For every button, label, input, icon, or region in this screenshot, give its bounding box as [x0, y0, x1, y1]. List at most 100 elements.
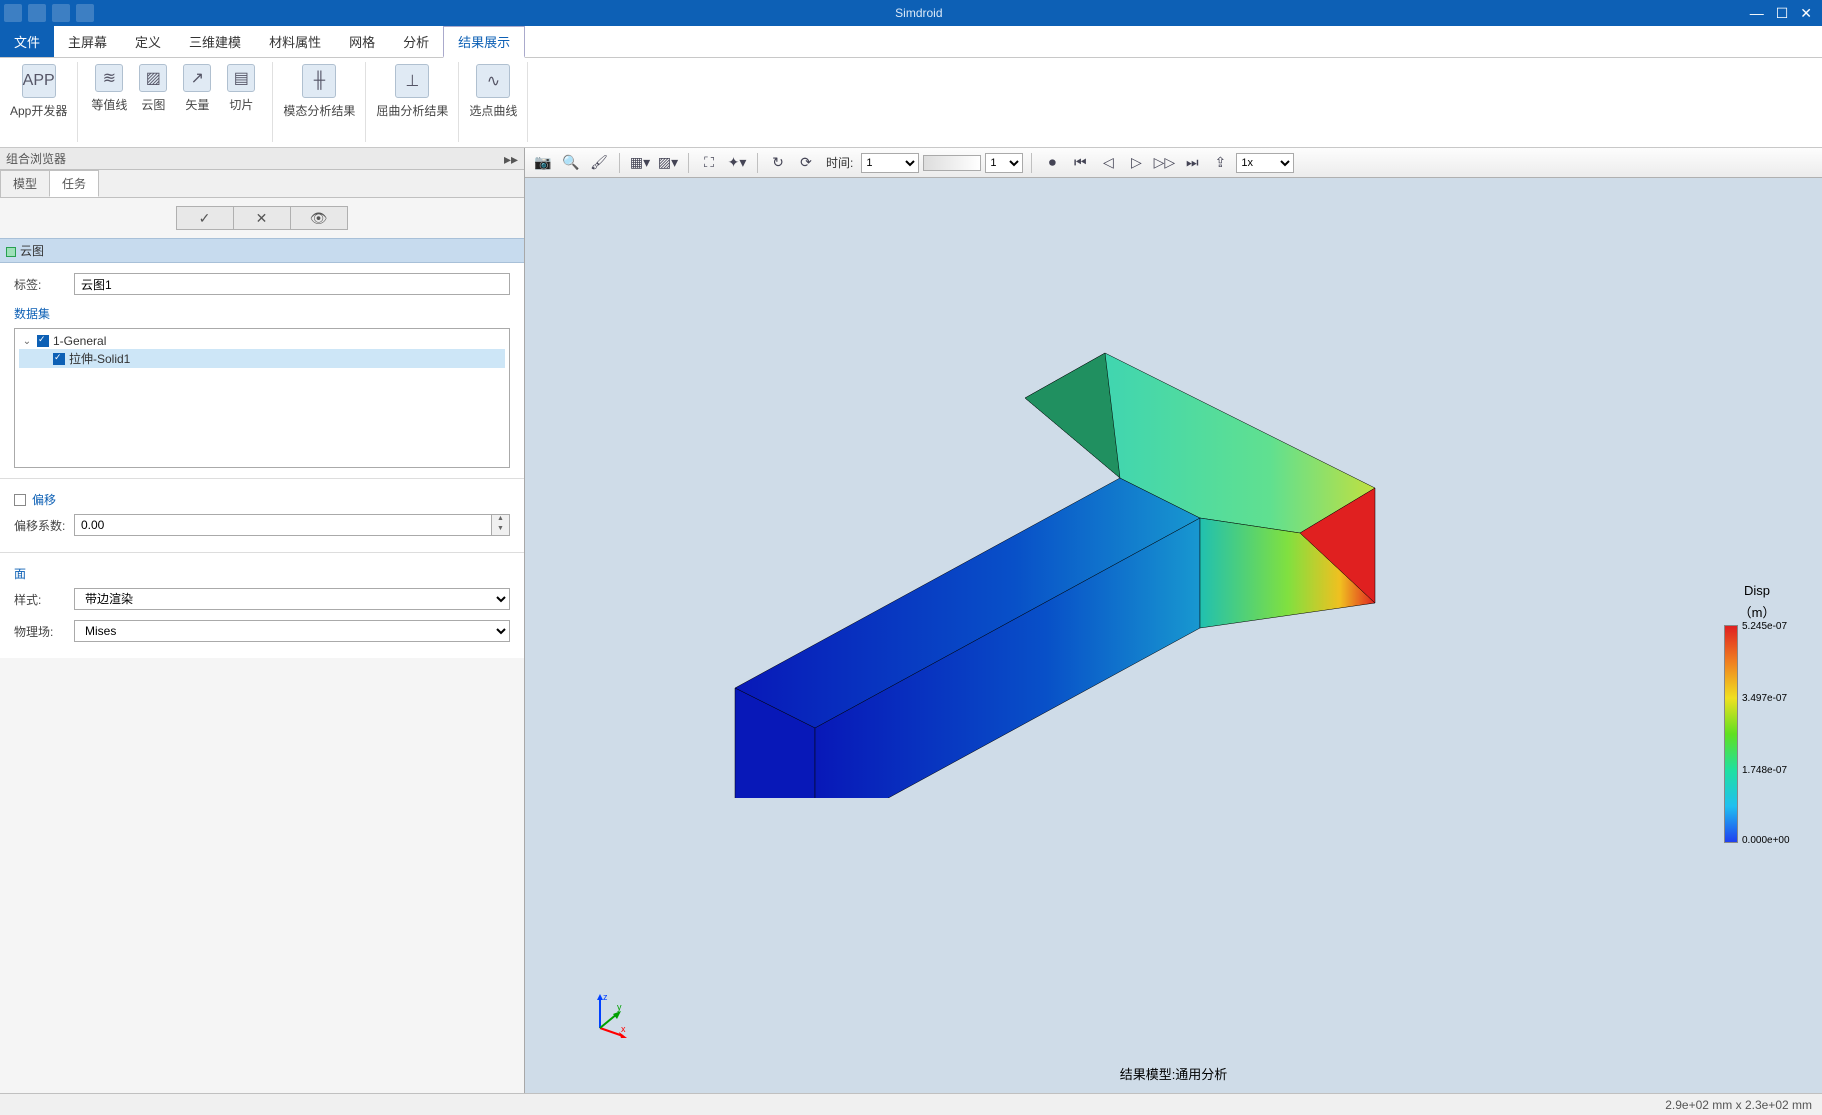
- viewport: 📷 🔍 🖌 ▦▾ ▨▾ ⛶ ✦▾ ↻ ⟳ 时间: 1 1 ⏺ ⏮ ◁ ▷ ▷▷ …: [525, 148, 1822, 1093]
- svg-text:z: z: [603, 992, 608, 1002]
- menu-mesh[interactable]: 网格: [335, 26, 389, 57]
- panel-title: 组合浏览器 ▸▸: [0, 148, 524, 170]
- panel-expand-icon[interactable]: ▸▸: [504, 151, 518, 168]
- physics-select[interactable]: Mises: [74, 620, 510, 642]
- view-toolbar: 📷 🔍 🖌 ▦▾ ▨▾ ⛶ ✦▾ ↻ ⟳ 时间: 1 1 ⏺ ⏮ ◁ ▷ ▷▷ …: [525, 148, 1822, 178]
- color-cube-icon[interactable]: ▨▾: [656, 152, 680, 174]
- menu-3d-model[interactable]: 三维建模: [175, 26, 255, 57]
- spin-down[interactable]: ▼: [492, 525, 509, 535]
- record-icon[interactable]: ⏺: [1040, 152, 1064, 174]
- colorbar-tick-0: 5.245e-07: [1742, 621, 1787, 632]
- menu-bar: 文件 主屏幕 定义 三维建模 材料属性 网格 分析 结果展示: [0, 26, 1822, 58]
- dataset-tree[interactable]: ⌄ 1-General 拉伸-Solid1: [14, 328, 510, 468]
- colorbar-gradient: [1724, 625, 1738, 843]
- axes-icon[interactable]: ✦▾: [725, 152, 749, 174]
- sync-icon[interactable]: ⟳: [794, 152, 818, 174]
- colorbar-tick-2: 1.748e-07: [1742, 765, 1787, 776]
- colorbar-tick-1: 3.497e-07: [1742, 693, 1787, 704]
- ribbon-modal[interactable]: ╫ 模态分析结果: [283, 64, 355, 119]
- export-icon[interactable]: ⇪: [1208, 152, 1232, 174]
- cloud-section-icon: [6, 247, 16, 257]
- offset-title: 偏移: [32, 491, 56, 508]
- surface-title: 面: [14, 565, 510, 582]
- ribbon-cloud[interactable]: ▨ 云图: [132, 64, 174, 113]
- style-label: 样式:: [14, 591, 74, 608]
- minimize-button[interactable]: —: [1750, 5, 1764, 22]
- qat-undo-icon[interactable]: [52, 4, 70, 22]
- tree-child[interactable]: 拉伸-Solid1: [19, 349, 505, 368]
- preview-button[interactable]: 👁: [290, 206, 348, 230]
- prev-icon[interactable]: ◁: [1096, 152, 1120, 174]
- cancel-button[interactable]: ✕: [233, 206, 291, 230]
- close-button[interactable]: ✕: [1800, 5, 1812, 22]
- quick-access-toolbar: [4, 4, 94, 22]
- tab-task[interactable]: 任务: [49, 170, 99, 197]
- camera-icon[interactable]: 📷: [531, 152, 555, 174]
- status-bar: 2.9e+02 mm x 2.3e+02 mm: [0, 1093, 1822, 1115]
- zoom-icon[interactable]: 🔍: [559, 152, 583, 174]
- time-slider[interactable]: [923, 155, 981, 171]
- contour-icon: ≋: [95, 64, 123, 92]
- svg-text:x: x: [621, 1024, 626, 1034]
- ribbon-vector[interactable]: ↗ 矢量: [176, 64, 218, 113]
- frame-select[interactable]: 1: [985, 153, 1023, 173]
- menu-main-screen[interactable]: 主屏幕: [54, 26, 121, 57]
- style-select[interactable]: 带边渲染: [74, 588, 510, 610]
- spin-up[interactable]: ▲: [492, 515, 509, 525]
- section-cloud-header: 云图: [0, 238, 524, 263]
- fit-icon[interactable]: ⛶: [697, 152, 721, 174]
- menu-file[interactable]: 文件: [0, 26, 54, 57]
- next-icon[interactable]: ▷▷: [1152, 152, 1176, 174]
- app-title: Simdroid: [94, 6, 1744, 20]
- offset-checkbox[interactable]: [14, 494, 26, 506]
- maximize-button[interactable]: ☐: [1776, 5, 1789, 22]
- speed-select[interactable]: 1x: [1236, 153, 1294, 173]
- refresh-icon[interactable]: ↻: [766, 152, 790, 174]
- physics-label: 物理场:: [14, 623, 74, 640]
- confirm-button[interactable]: ✓: [176, 206, 234, 230]
- modal-icon: ╫: [302, 64, 336, 98]
- qat-redo-icon[interactable]: [76, 4, 94, 22]
- ribbon-slice[interactable]: ▤ 切片: [220, 64, 262, 113]
- svg-text:y: y: [617, 1002, 622, 1012]
- dataset-title: 数据集: [14, 305, 510, 322]
- model-svg: [715, 298, 1515, 798]
- action-row: ✓ ✕ 👁: [0, 198, 524, 238]
- play-icon[interactable]: ▷: [1124, 152, 1148, 174]
- slice-icon: ▤: [227, 64, 255, 92]
- panel-title-text: 组合浏览器: [6, 150, 66, 167]
- brush-icon[interactable]: 🖌: [587, 152, 611, 174]
- colorbar: Disp （m） 5.245e-07 3.497e-07 1.748e-07 0…: [1722, 583, 1792, 843]
- status-dimensions: 2.9e+02 mm x 2.3e+02 mm: [1665, 1098, 1812, 1112]
- title-bar: Simdroid — ☐ ✕: [0, 0, 1822, 26]
- menu-results[interactable]: 结果展示: [443, 26, 525, 58]
- tag-input[interactable]: [74, 273, 510, 295]
- window-controls: — ☐ ✕: [1744, 5, 1818, 22]
- label-tag: 标签:: [14, 276, 74, 293]
- ribbon-app-dev[interactable]: APP App开发器: [10, 64, 67, 119]
- checkbox-child[interactable]: [53, 353, 65, 365]
- ribbon-buckle[interactable]: ⊥ 屈曲分析结果: [376, 64, 448, 119]
- menu-define[interactable]: 定义: [121, 26, 175, 57]
- menu-analysis[interactable]: 分析: [389, 26, 443, 57]
- qat-new-icon[interactable]: [4, 4, 22, 22]
- model-label: 结果模型:通用分析: [1120, 1064, 1228, 1083]
- skip-start-icon[interactable]: ⏮: [1068, 152, 1092, 174]
- checkbox-root[interactable]: [37, 335, 49, 347]
- skip-end-icon[interactable]: ⏭: [1180, 152, 1204, 174]
- menu-material[interactable]: 材料属性: [255, 26, 335, 57]
- qat-save-icon[interactable]: [28, 4, 46, 22]
- ribbon-contour[interactable]: ≋ 等值线: [88, 64, 130, 113]
- tree-root[interactable]: ⌄ 1-General: [19, 333, 505, 349]
- time-select[interactable]: 1: [861, 153, 919, 173]
- canvas-3d[interactable]: z x y Disp （m） 5.245e-07 3.497e-07 1.748…: [525, 178, 1822, 1093]
- vector-icon: ↗: [183, 64, 211, 92]
- cube-icon[interactable]: ▦▾: [628, 152, 652, 174]
- offset-coef-label: 偏移系数:: [14, 517, 74, 534]
- ribbon-curve[interactable]: ∿ 选点曲线: [469, 64, 517, 119]
- colorbar-title2: （m）: [1722, 602, 1792, 621]
- buckle-icon: ⊥: [395, 64, 429, 98]
- tab-model[interactable]: 模型: [0, 170, 50, 197]
- offset-coef-input[interactable]: [74, 514, 492, 536]
- caret-icon[interactable]: ⌄: [21, 336, 33, 347]
